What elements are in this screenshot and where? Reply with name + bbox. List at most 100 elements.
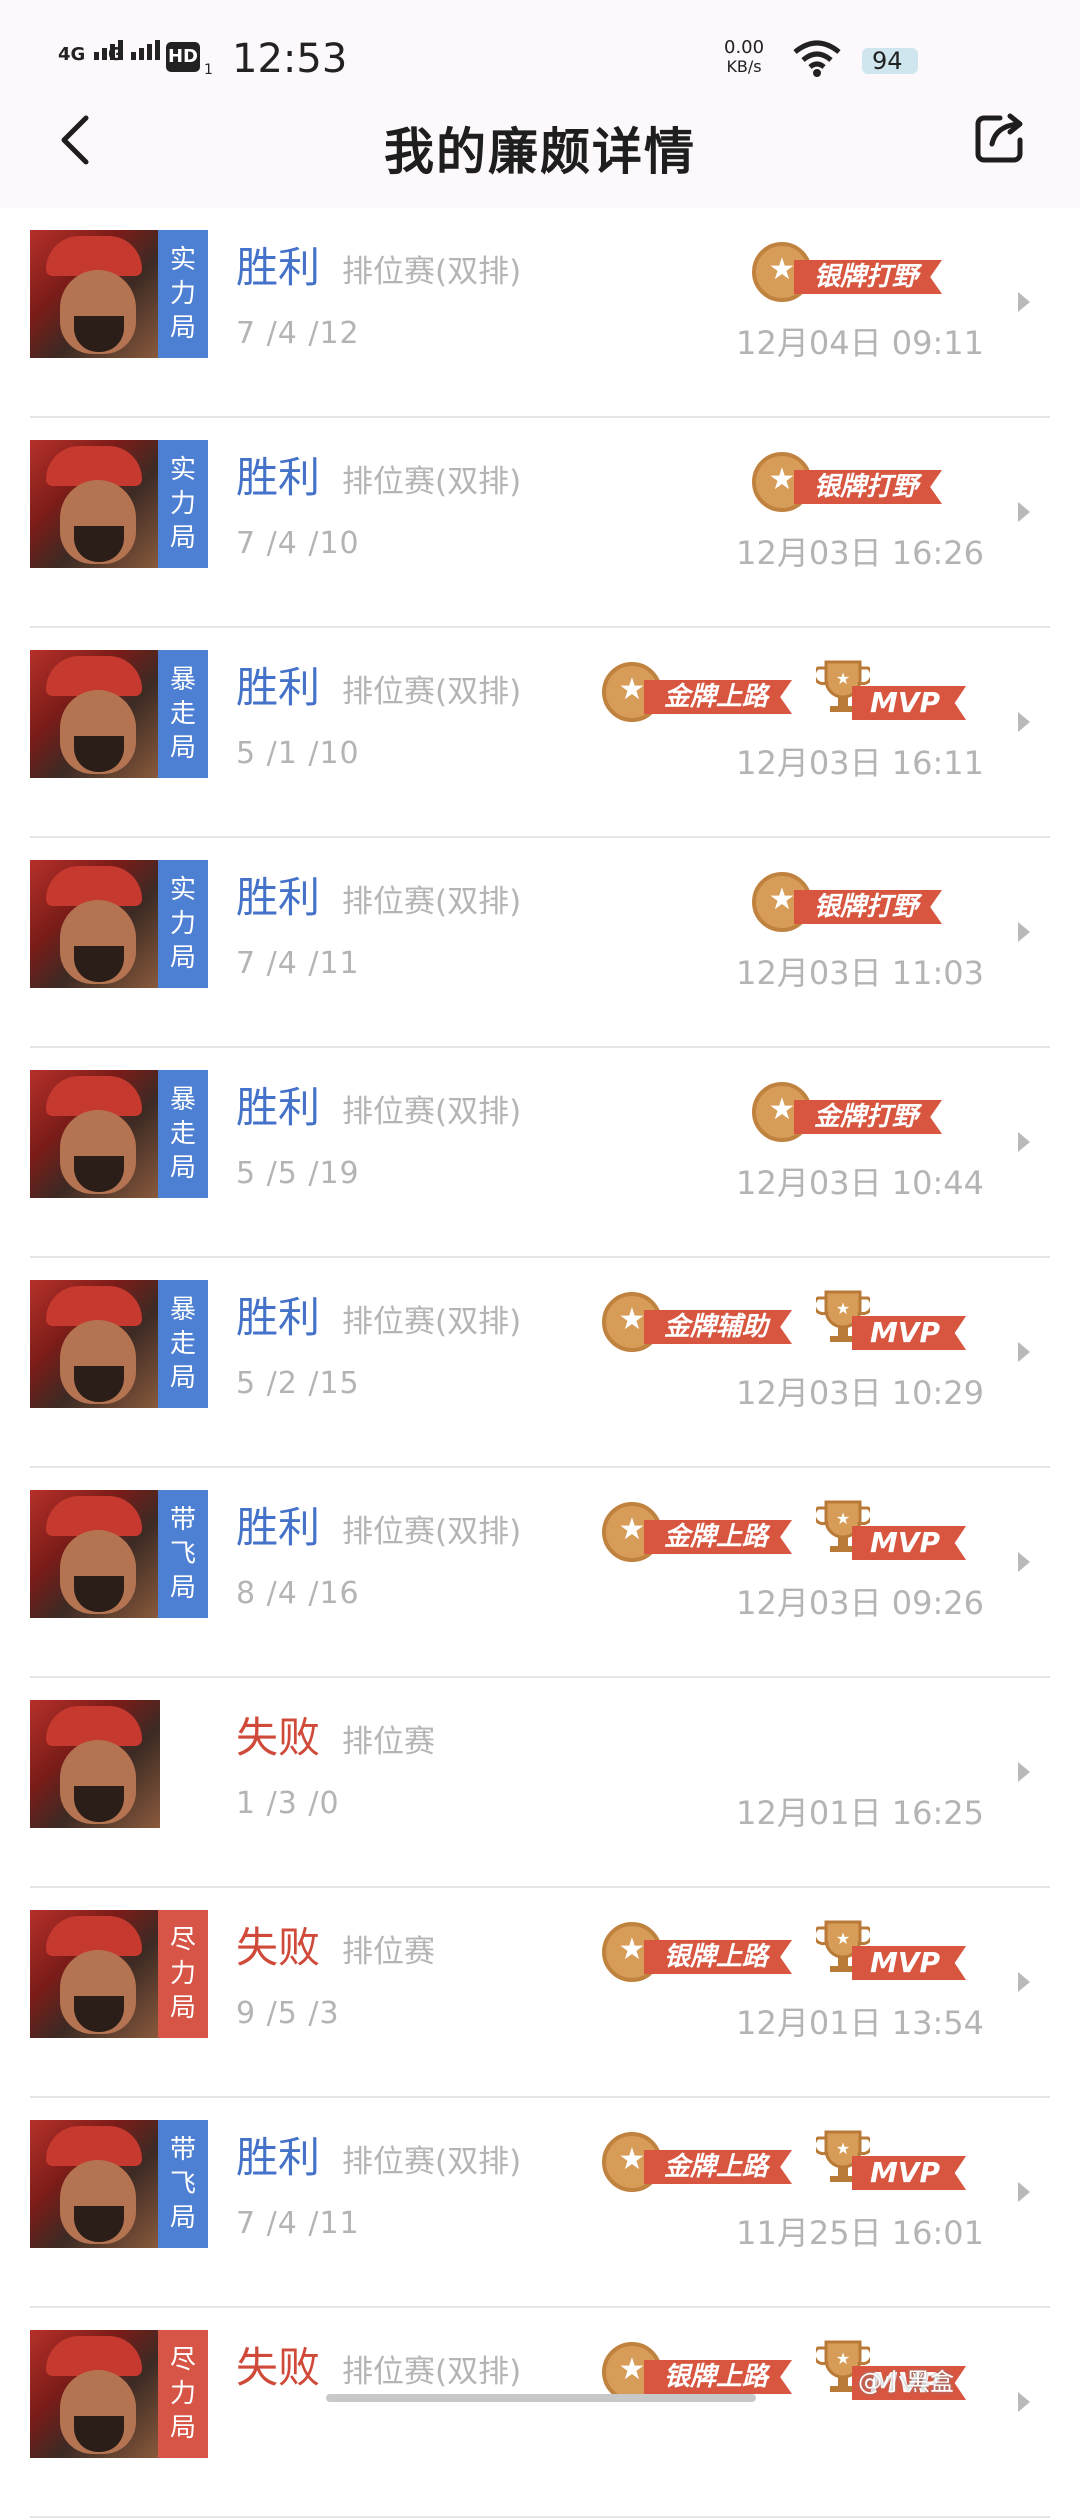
match-mode: 排位赛 [342,1724,435,1760]
match-result: 胜利 [236,2133,321,2182]
status-bar: 4G G HD 1 12:53 0.00 KB/s 94 [0,0,1080,120]
match-mode: 排位赛 [342,1934,435,1970]
match-result: 胜利 [236,1083,321,1132]
match-row[interactable]: 暴走局胜利排位赛(双排) 5 /2 /15 12月03日 10:29 金牌辅助 ★MVP [0,1258,1080,1468]
kda: 1 /3 /0 [236,1786,340,1821]
mvp-label: MVP [852,1946,967,1980]
home-indicator[interactable] [326,2394,756,2402]
match-result: 失败 [236,1713,321,1762]
match-row[interactable]: 失败 排位赛 1 /3 /0 12月01日 16:25 [0,1678,1080,1888]
hero-avatar [30,1490,160,1618]
chevron-right-icon[interactable] [1012,2388,1036,2416]
match-row[interactable]: 暴走局胜利排位赛(双排) 5 /1 /10 12月03日 16:11 金牌上路 ★MVP [0,628,1080,838]
mvp-label: MVP [852,1526,967,1560]
match-result: 胜利 [236,873,321,922]
hero-avatar [30,1910,160,2038]
svg-text:★: ★ [836,2139,850,2158]
hero-avatar [30,1280,160,1408]
match-tag: 实力局 [158,440,208,568]
chevron-right-icon[interactable] [1012,708,1036,736]
chevron-right-icon[interactable] [1012,498,1036,526]
match-row[interactable]: 尽力局失败排位赛(双排)银牌上路★MVP [0,2308,1080,2518]
match-tag: 实力局 [158,860,208,988]
match-result: 胜利 [236,453,321,502]
match-result: 失败 [236,1923,321,1972]
kda: 8 /4 /16 [236,1576,360,1611]
match-row[interactable]: 带飞局胜利排位赛(双排) 7 /4 /11 11月25日 16:01 金牌上路 ★MVP [0,2098,1080,2308]
match-mode: 排位赛(双排) [342,1094,522,1130]
match-tag: 尽力局 [158,1910,208,2038]
share-icon[interactable] [972,110,1028,166]
chevron-right-icon[interactable] [1012,1758,1036,1786]
chevron-right-icon[interactable] [1012,1128,1036,1156]
mvp-badge: ★ MVP [812,1288,967,1358]
match-row[interactable]: 带飞局胜利排位赛(双排) 8 /4 /16 12月03日 09:26 金牌上路 ★MVP [0,1468,1080,1678]
match-mode: 排位赛(双排) [342,674,522,710]
match-mode: 排位赛(双排) [342,884,522,920]
match-mode: 排位赛(双排) [342,254,522,290]
hero-avatar [30,860,160,988]
match-tag: 暴走局 [158,1070,208,1198]
match-date: 12月03日 16:26 [736,534,984,572]
match-date: 12月04日 09:11 [736,324,984,362]
chevron-right-icon[interactable] [1012,1968,1036,1996]
svg-text:★: ★ [836,1299,850,1318]
hero-avatar [30,230,160,358]
hd-voice-icon: HD [166,42,200,72]
badge-label: 银牌上路 [644,1940,793,1974]
match-result: 胜利 [236,1293,321,1342]
badge-label: 金牌上路 [644,1520,793,1554]
hero-avatar [30,440,160,568]
match-tag: 带飞局 [158,2120,208,2248]
cell-signal-2: G [108,40,161,65]
chevron-right-icon[interactable] [1012,2178,1036,2206]
match-date: 12月03日 10:29 [736,1374,984,1412]
match-tag: 暴走局 [158,650,208,778]
chevron-right-icon[interactable] [1012,1338,1036,1366]
kda: 9 /5 /3 [236,1996,340,2031]
top-bar: 4G G HD 1 12:53 0.00 KB/s 94 我的廉颇详情 [0,0,1080,208]
badge-label: 银牌打野 [794,260,943,294]
match-result: 胜利 [236,243,321,292]
kda: 7 /4 /11 [236,2206,360,2241]
match-row[interactable]: 实力局胜利排位赛(双排) 7 /4 /11 12月03日 11:03 银牌打野 [0,838,1080,1048]
hd-sub-label: 1 [204,62,213,78]
badge-label: 金牌打野 [794,1100,943,1134]
svg-text:★: ★ [836,1929,850,1948]
chevron-right-icon[interactable] [1012,918,1036,946]
match-row[interactable]: 尽力局失败排位赛9 /5 /3 12月01日 13:54 银牌上路 ★MVP [0,1888,1080,2098]
match-mode: 排位赛(双排) [342,464,522,500]
badge-label: 金牌上路 [644,680,793,714]
match-mode: 排位赛(双排) [342,1514,522,1550]
match-mode: 排位赛(双排) [342,2144,522,2180]
kda: 7 /4 /10 [236,526,360,561]
kda: 5 /1 /10 [236,736,360,771]
mvp-label: MVP [852,1316,967,1350]
chevron-right-icon[interactable] [1012,288,1036,316]
svg-text:★: ★ [836,2349,850,2368]
match-date: 12月03日 11:03 [736,954,984,992]
net-speed-value: 0.00 [724,37,765,58]
mvp-badge: ★ MVP [812,1498,967,1568]
badge-label: 金牌辅助 [644,1310,793,1344]
match-date: 12月01日 13:54 [736,2004,984,2042]
net-speed: 0.00 KB/s [724,38,764,76]
match-row[interactable]: 实力局胜利排位赛(双排) 7 /4 /10 12月03日 16:26 银牌打野 [0,418,1080,628]
badge-label: 银牌打野 [794,470,943,504]
kda: 5 /2 /15 [236,1366,360,1401]
clock: 12:53 [232,36,348,82]
match-mode: 排位赛(双排) [342,1304,522,1340]
mvp-badge: ★ MVP [812,658,967,728]
mvp-label: MVP [852,686,967,720]
match-date: 12月03日 09:26 [736,1584,984,1622]
kda: 7 /4 /12 [236,316,360,351]
net-speed-unit: KB/s [726,57,762,76]
match-row[interactable]: 暴走局胜利排位赛(双排) 5 /5 /19 12月03日 10:44 金牌打野 [0,1048,1080,1258]
page-title: 我的廉颇详情 [384,123,696,181]
match-row[interactable]: 实力局胜利排位赛(双排) 7 /4 /12 12月04日 09:11 银牌打野 [0,208,1080,418]
network-type-label: 4G [58,44,86,65]
chevron-right-icon[interactable] [1012,1548,1036,1576]
match-date: 12月03日 16:11 [736,744,984,782]
hero-avatar [30,650,160,778]
match-tag: 实力局 [158,230,208,358]
